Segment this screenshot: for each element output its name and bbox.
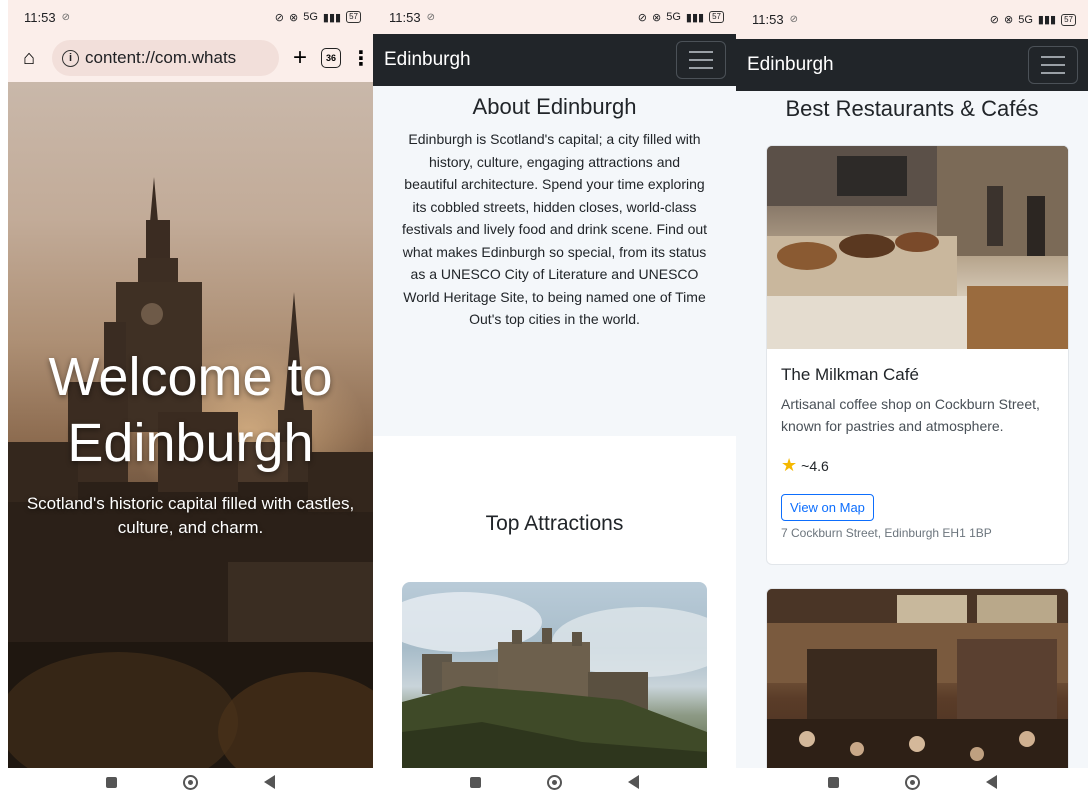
info-icon[interactable]: i bbox=[62, 49, 79, 67]
status-icons: ⊘ ⊗ 5G ▮▮▮ 57 bbox=[275, 11, 361, 24]
battery-icon: 57 bbox=[709, 11, 724, 23]
battery-icon: 57 bbox=[346, 11, 361, 23]
hero-subtitle: Scotland's historic capital filled with … bbox=[26, 494, 355, 537]
network-label: 5G bbox=[303, 11, 318, 23]
link-icon: ⊘ bbox=[789, 14, 798, 25]
attractions-heading: Top Attractions bbox=[485, 512, 624, 535]
link-icon: ⊘ bbox=[637, 11, 648, 24]
hero-section: Welcome to Edinburgh Scotland's historic… bbox=[8, 82, 373, 768]
tabs-icon[interactable]: 36 bbox=[321, 48, 341, 68]
phone-browser-hero: 11:53 ⊘ ⊘ ⊗ 5G ▮▮▮ 57 ⌂ i content://com.… bbox=[8, 0, 373, 796]
browser-toolbar: ⌂ i content://com.whats + 36 ⋮ bbox=[8, 34, 373, 82]
phone-restaurants: 11:53 ⊘ ⊘ ⊗ 5G ▮▮▮ 57 Edinburgh Best Res… bbox=[736, 0, 1088, 796]
network-label: 5G bbox=[1018, 13, 1033, 26]
recents-icon[interactable] bbox=[106, 776, 117, 788]
cafe-image bbox=[767, 146, 1068, 349]
signal-icon: ▮▮▮ bbox=[322, 11, 342, 24]
status-time: 11:53 bbox=[389, 9, 421, 25]
home-nav-icon[interactable] bbox=[904, 774, 920, 790]
view-on-map-button[interactable]: View on Map bbox=[781, 494, 874, 521]
status-bar: 11:53 ⊘ ⊘ ⊗ 5G ▮▮▮ 57 bbox=[373, 0, 736, 34]
status-icons: ⊘ ⊗ 5G ▮▮▮ 57 bbox=[638, 11, 724, 24]
castle-illustration bbox=[402, 592, 707, 772]
system-nav-bar bbox=[736, 768, 1088, 796]
restaurant-image bbox=[767, 589, 1068, 787]
address-bar[interactable]: i content://com.whats bbox=[52, 40, 279, 76]
attractions-section: Top Attractions bbox=[373, 436, 736, 772]
mute-icon: ⊗ bbox=[1004, 14, 1014, 26]
restaurant-card: The Milkman Café Artisanal coffee shop o… bbox=[766, 145, 1069, 565]
home-icon[interactable]: ⌂ bbox=[16, 47, 42, 70]
phone-about: 11:53 ⊘ ⊘ ⊗ 5G ▮▮▮ 57 Edinburgh About Ed… bbox=[373, 0, 736, 796]
home-nav-icon[interactable] bbox=[183, 774, 198, 790]
link-icon: ⊘ bbox=[989, 14, 1000, 26]
home-nav-icon[interactable] bbox=[547, 774, 562, 790]
screenshot-stage: 11:53 ⊘ ⊘ ⊗ 5G ▮▮▮ 57 ⌂ i content://com.… bbox=[0, 0, 1088, 796]
recents-icon[interactable] bbox=[827, 776, 839, 788]
status-bar: 11:53 ⊘ ⊘ ⊗ 5G ▮▮▮ 57 bbox=[736, 0, 1088, 39]
url-text: content://com.whats bbox=[85, 48, 237, 67]
recents-icon[interactable] bbox=[470, 776, 481, 788]
restaurant-name: The Milkman Café bbox=[781, 365, 919, 384]
signal-icon: ▮▮▮ bbox=[1037, 14, 1057, 26]
navbar-brand[interactable]: Edinburgh bbox=[384, 49, 471, 71]
network-label: 5G bbox=[666, 11, 681, 23]
plus-icon[interactable]: + bbox=[289, 44, 311, 72]
star-icon: ★ bbox=[781, 455, 798, 475]
castle-image[interactable] bbox=[402, 582, 707, 772]
status-icons: ⊘ ⊗ 5G ▮▮▮ 57 bbox=[990, 13, 1076, 26]
navbar-brand[interactable]: Edinburgh bbox=[747, 54, 834, 76]
battery-icon: 57 bbox=[1061, 13, 1076, 26]
app-navbar: Edinburgh bbox=[373, 34, 736, 86]
restaurants-heading: Best Restaurants & Cafés bbox=[785, 96, 1039, 121]
restaurant-card bbox=[766, 588, 1069, 788]
mute-icon: ⊗ bbox=[652, 11, 662, 24]
about-section: About Edinburgh Edinburgh is Scotland's … bbox=[373, 86, 736, 436]
back-icon[interactable] bbox=[264, 775, 275, 789]
about-heading: About Edinburgh bbox=[472, 94, 637, 119]
restaurant-illustration bbox=[767, 589, 1068, 787]
link-icon: ⊘ bbox=[274, 11, 285, 24]
status-time: 11:53 bbox=[24, 9, 56, 25]
more-vert-icon[interactable]: ⋮ bbox=[351, 46, 371, 71]
restaurant-rating: ★ ~4.6 bbox=[781, 455, 1054, 476]
about-text: Edinburgh is Scotland's capital; a city … bbox=[401, 131, 708, 327]
menu-icon[interactable] bbox=[1028, 46, 1078, 84]
back-icon[interactable] bbox=[985, 775, 997, 789]
cafe-illustration bbox=[767, 146, 1068, 349]
status-time: 11:53 bbox=[752, 12, 784, 27]
restaurant-address: 7 Cockburn Street, Edinburgh EH1 1BP bbox=[781, 526, 992, 540]
mute-icon: ⊗ bbox=[289, 11, 299, 24]
back-icon[interactable] bbox=[628, 775, 639, 789]
system-nav-bar bbox=[8, 768, 373, 796]
rating-value: ~4.6 bbox=[801, 457, 829, 474]
card-body: The Milkman Café Artisanal coffee shop o… bbox=[767, 349, 1068, 540]
link-icon: ⊘ bbox=[61, 11, 70, 23]
link-icon: ⊘ bbox=[426, 11, 435, 23]
system-nav-bar bbox=[373, 768, 736, 796]
restaurant-description: Artisanal coffee shop on Cockburn Street… bbox=[781, 396, 1040, 434]
signal-icon: ▮▮▮ bbox=[685, 11, 705, 24]
status-bar: 11:53 ⊘ ⊘ ⊗ 5G ▮▮▮ 57 bbox=[8, 0, 373, 34]
menu-icon[interactable] bbox=[676, 41, 726, 79]
app-navbar: Edinburgh bbox=[736, 39, 1088, 91]
hero-title: Welcome to Edinburgh bbox=[48, 347, 333, 473]
